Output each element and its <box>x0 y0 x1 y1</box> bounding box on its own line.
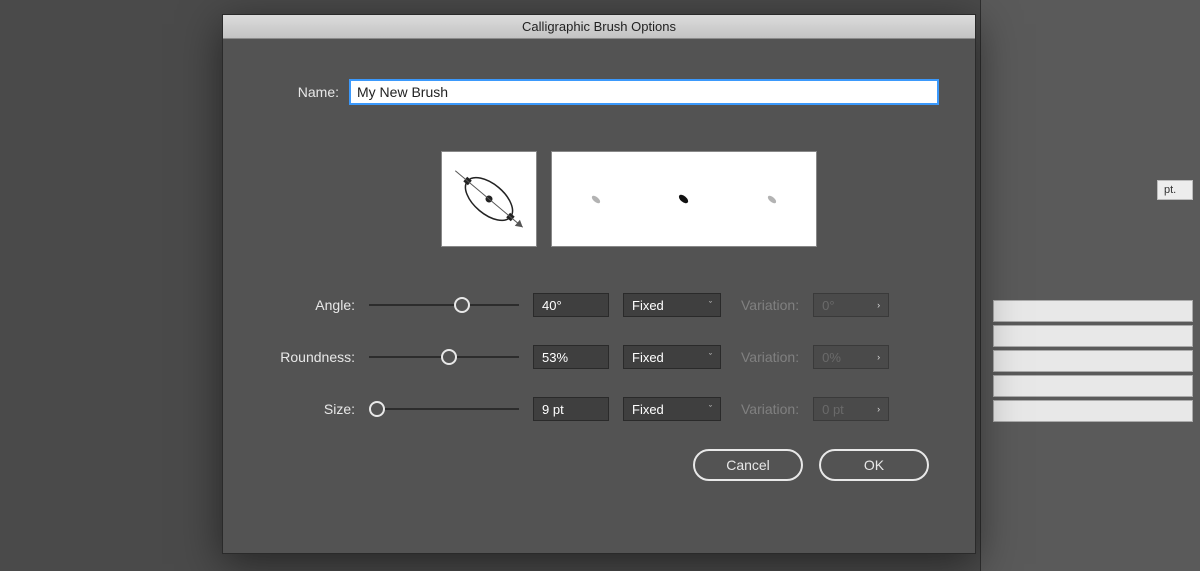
bg-panel: pt. <box>980 0 1200 571</box>
sample-dot-min <box>590 194 601 204</box>
chevron-right-icon: › <box>877 352 880 362</box>
ellipse-icon <box>449 159 529 239</box>
bg-pt-field: pt. <box>1157 180 1193 200</box>
bg-slider-row <box>993 300 1193 322</box>
size-value-field[interactable]: 9 pt <box>533 397 609 421</box>
bg-slider-row <box>993 375 1193 397</box>
roundness-value-field[interactable]: 53% <box>533 345 609 369</box>
select-value: Fixed <box>632 350 664 365</box>
chevron-down-icon: ˇ <box>709 352 712 362</box>
size-row: Size: 9 pt Fixed ˇ Variation: 0 pt › <box>263 397 939 421</box>
roundness-variation-label: Variation: <box>741 349 799 365</box>
bg-slider-stack <box>993 300 1193 425</box>
slider-thumb[interactable] <box>441 349 457 365</box>
variation-value: 0 pt <box>822 402 844 417</box>
brush-options-dialog: Calligraphic Brush Options Name: <box>222 14 976 554</box>
roundness-label: Roundness: <box>263 349 355 365</box>
variation-value: 0% <box>822 350 841 365</box>
bg-slider-row <box>993 400 1193 422</box>
dialog-footer: Cancel OK <box>259 449 939 481</box>
name-label: Name: <box>285 84 339 100</box>
cancel-button[interactable]: Cancel <box>693 449 803 481</box>
variation-value: 0° <box>822 298 834 313</box>
size-mode-select[interactable]: Fixed ˇ <box>623 397 721 421</box>
brush-name-input[interactable] <box>349 79 939 105</box>
chevron-down-icon: ˇ <box>709 404 712 414</box>
slider-thumb[interactable] <box>369 401 385 417</box>
roundness-variation-field: 0% › <box>813 345 889 369</box>
bg-slider-row <box>993 325 1193 347</box>
slider-track <box>369 408 519 410</box>
sample-dot-max <box>767 194 778 204</box>
slider-track <box>369 304 519 306</box>
roundness-mode-select[interactable]: Fixed ˇ <box>623 345 721 369</box>
preview-area <box>441 151 939 247</box>
brush-angle-editor[interactable] <box>441 151 537 247</box>
ok-button[interactable]: OK <box>819 449 929 481</box>
chevron-right-icon: › <box>877 404 880 414</box>
roundness-row: Roundness: 53% Fixed ˇ Variation: 0% › <box>263 345 939 369</box>
size-slider[interactable] <box>369 401 519 417</box>
brush-sample-preview <box>551 151 817 247</box>
angle-slider[interactable] <box>369 297 519 313</box>
dialog-title: Calligraphic Brush Options <box>522 19 676 34</box>
angle-value-field[interactable]: 40° <box>533 293 609 317</box>
bg-slider-row <box>993 350 1193 372</box>
angle-row: Angle: 40° Fixed ˇ Variation: 0° › <box>263 293 939 317</box>
size-variation-label: Variation: <box>741 401 799 417</box>
angle-variation-label: Variation: <box>741 297 799 313</box>
dialog-titlebar[interactable]: Calligraphic Brush Options <box>223 15 975 39</box>
angle-label: Angle: <box>263 297 355 313</box>
name-row: Name: <box>285 79 939 105</box>
sample-dot-mid <box>678 193 690 205</box>
angle-variation-field: 0° › <box>813 293 889 317</box>
chevron-down-icon: ˇ <box>709 300 712 310</box>
angle-mode-select[interactable]: Fixed ˇ <box>623 293 721 317</box>
select-value: Fixed <box>632 298 664 313</box>
dialog-body: Name: <box>223 39 975 501</box>
size-variation-field: 0 pt › <box>813 397 889 421</box>
roundness-slider[interactable] <box>369 349 519 365</box>
size-label: Size: <box>263 401 355 417</box>
chevron-right-icon: › <box>877 300 880 310</box>
select-value: Fixed <box>632 402 664 417</box>
slider-thumb[interactable] <box>454 297 470 313</box>
